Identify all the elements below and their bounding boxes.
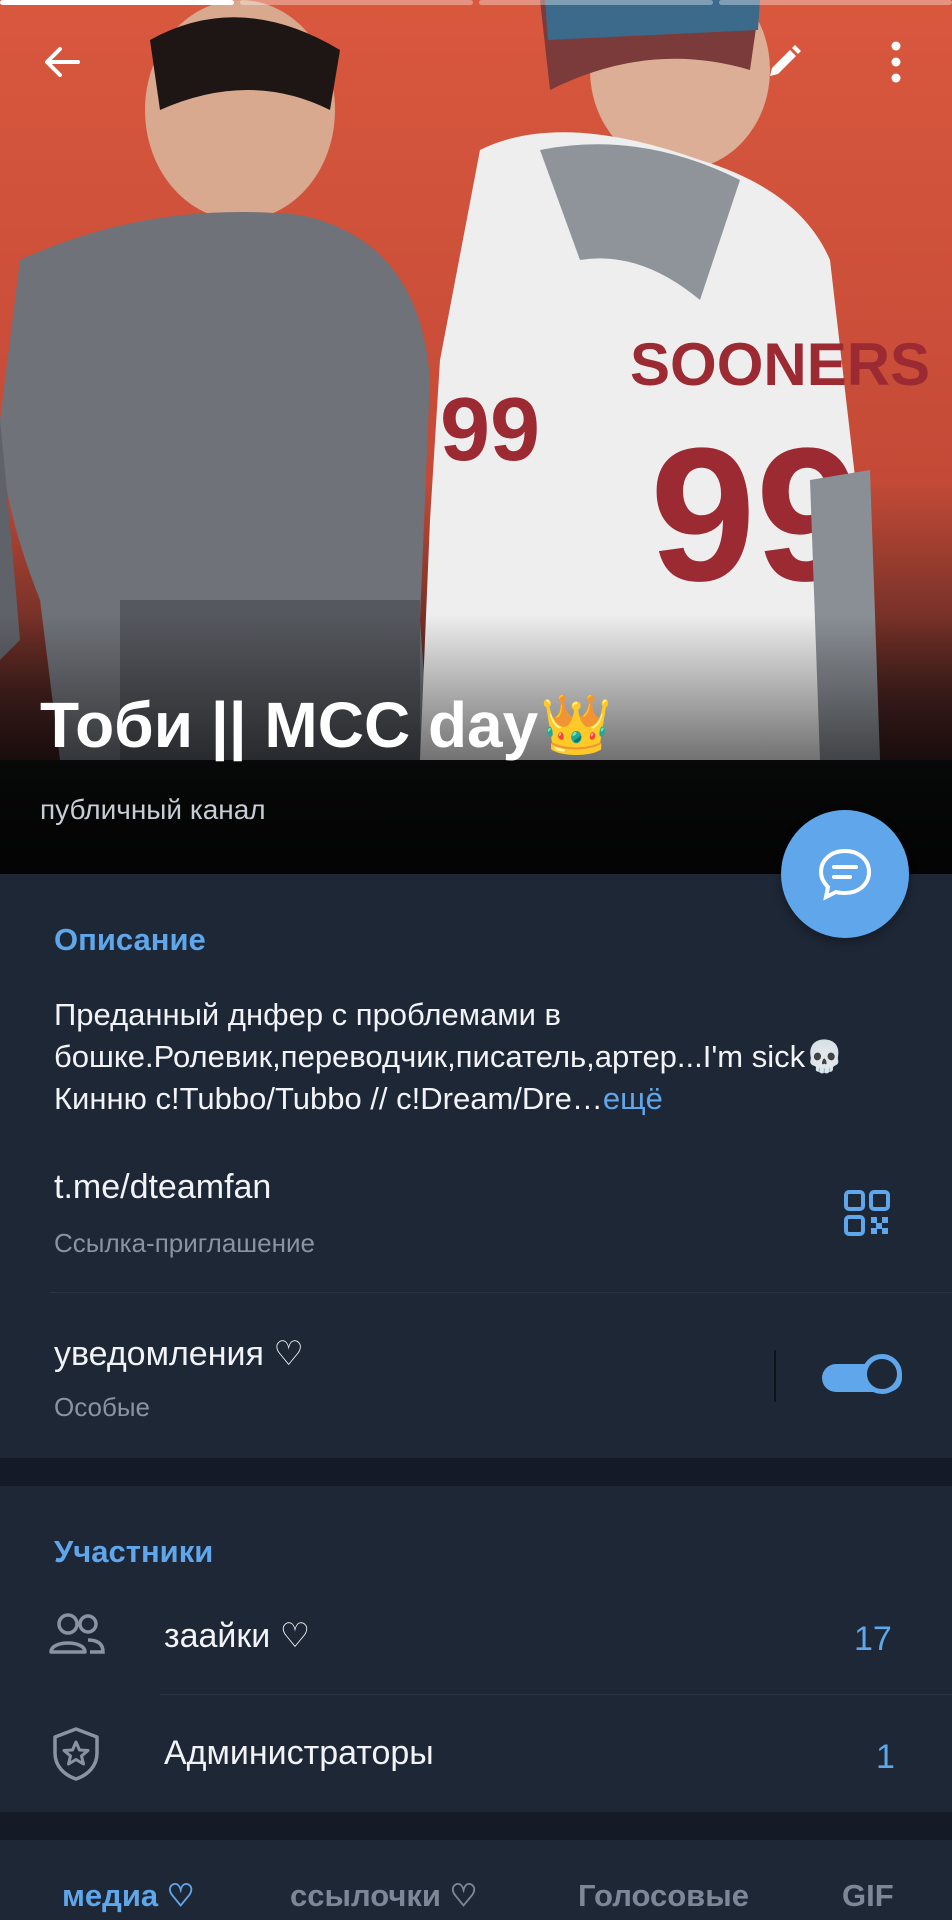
description-body: Преданный днфер с проблемами в бошке.Рол… xyxy=(54,997,844,1116)
members-admins-count: 1 xyxy=(876,1738,895,1776)
notifications-caption: Особые xyxy=(54,1392,151,1422)
read-more-link[interactable]: ещё xyxy=(603,1081,663,1116)
section-gap xyxy=(0,1458,952,1486)
story-segment xyxy=(0,0,234,5)
shield-star-icon xyxy=(53,1727,99,1781)
notifications-title: уведомления ♡ xyxy=(54,1335,304,1373)
vertical-separator xyxy=(774,1350,776,1402)
members-subscribers-label: заайки ♡ xyxy=(164,1617,311,1655)
description-heading: Описание xyxy=(54,922,206,957)
svg-text:SOONERS: SOONERS xyxy=(630,331,930,398)
story-progress-bars xyxy=(0,0,952,6)
qr-code-icon xyxy=(844,1190,890,1236)
profile-photo[interactable]: SOONERS 99 99 Тоби || MCC day 👑 публичный… xyxy=(0,0,952,874)
channel-type-label: публичный канал xyxy=(40,794,266,825)
toggle-knob xyxy=(862,1354,902,1394)
arrow-left-icon xyxy=(45,47,80,77)
divider xyxy=(50,1292,952,1293)
notifications-toggle[interactable] xyxy=(822,1354,902,1398)
edit-button[interactable] xyxy=(752,30,816,94)
crown-emoji: 👑 xyxy=(540,692,613,757)
svg-text:99: 99 xyxy=(440,380,540,480)
pencil-icon xyxy=(770,45,801,76)
tab-gif[interactable]: GIF xyxy=(842,1878,894,1914)
back-button[interactable] xyxy=(30,30,94,94)
members-admins-label: Администраторы xyxy=(164,1734,434,1772)
chat-bubble-icon xyxy=(818,848,872,901)
more-vertical-icon xyxy=(891,41,901,83)
tab-media[interactable]: медиа ♡ xyxy=(62,1878,195,1914)
invite-link-caption: Ссылка-приглашение xyxy=(54,1228,315,1258)
divider xyxy=(160,1694,952,1695)
section-gap xyxy=(0,1812,952,1840)
story-segment xyxy=(718,0,952,5)
channel-title-text: Тоби || MCC day xyxy=(40,689,539,761)
tab-voice[interactable]: Голосовые xyxy=(578,1878,749,1914)
members-subscribers-count: 17 xyxy=(854,1620,892,1658)
more-menu-button[interactable] xyxy=(864,30,928,94)
channel-title: Тоби || MCC day 👑 xyxy=(40,688,612,762)
qr-code-button[interactable] xyxy=(844,1190,890,1240)
message-button[interactable] xyxy=(781,810,909,938)
description-text[interactable]: Преданный днфер с проблемами в бошке.Рол… xyxy=(54,994,914,1120)
tab-links[interactable]: ссылочки ♡ xyxy=(290,1878,477,1914)
story-segment xyxy=(479,0,713,5)
story-segment xyxy=(239,0,473,5)
invite-link-value: t.me/dteamfan xyxy=(54,1168,272,1206)
people-icon xyxy=(49,1613,105,1654)
members-heading: Участники xyxy=(54,1534,214,1569)
